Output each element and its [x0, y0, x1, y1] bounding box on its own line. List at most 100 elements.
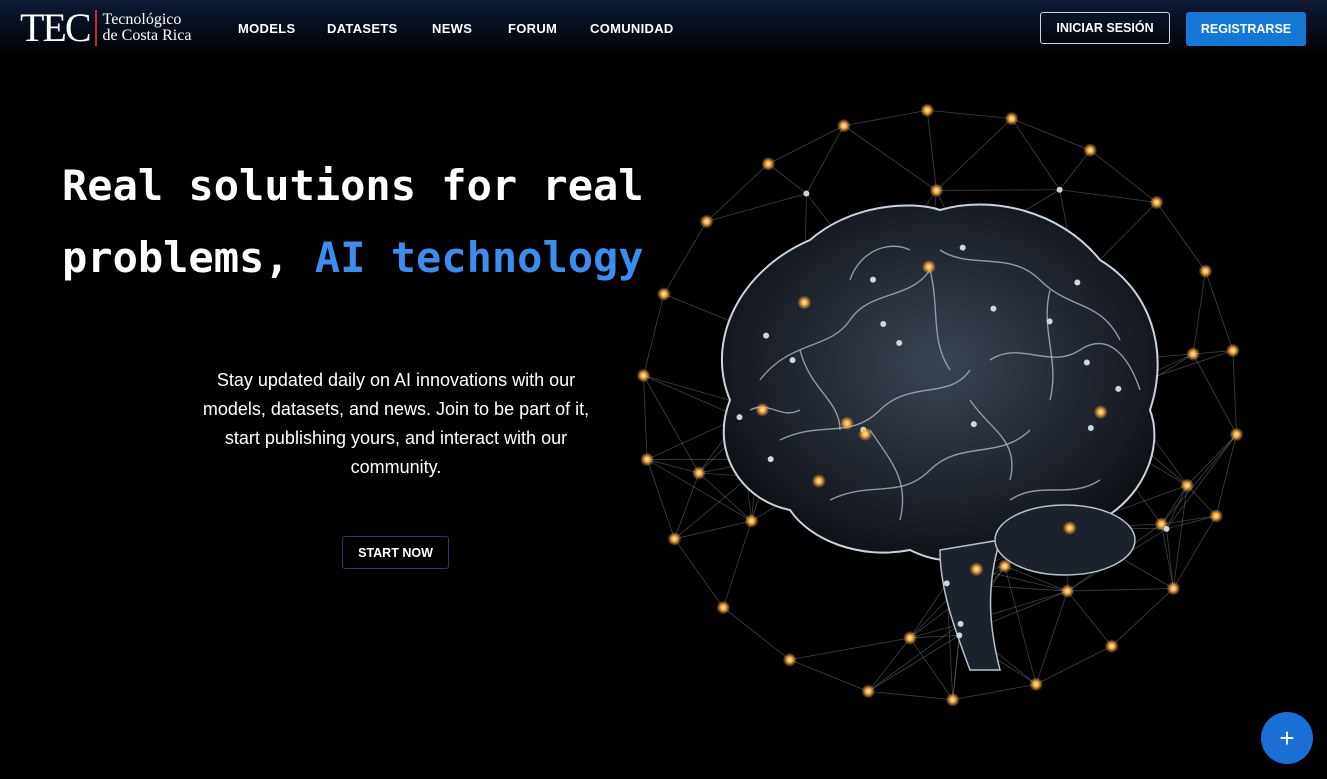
network-node [869, 276, 876, 283]
network-node [1074, 279, 1081, 286]
network-node [959, 244, 966, 251]
network-link [722, 520, 752, 608]
network-node [903, 630, 918, 645]
network-link [674, 520, 752, 540]
network-link [723, 607, 791, 661]
start-now-button[interactable]: START NOW [342, 536, 449, 569]
network-link [1067, 590, 1113, 647]
network-link [1111, 588, 1174, 647]
nav-forum[interactable]: FORUM [508, 21, 557, 36]
network-link [1059, 189, 1157, 203]
network-node [1083, 359, 1090, 366]
network-link [926, 110, 937, 191]
network-link [952, 635, 960, 700]
network-node [744, 513, 759, 528]
network-node [656, 287, 671, 302]
network-link [768, 125, 845, 165]
nav-datasets[interactable]: DATASETS [327, 21, 398, 36]
network-node [945, 692, 960, 707]
network-node [1004, 111, 1019, 126]
network-node [990, 305, 997, 312]
network-node [1087, 425, 1094, 432]
register-button[interactable]: REGISTRARSE [1186, 12, 1306, 46]
network-node [1046, 318, 1053, 325]
network-node [1209, 508, 1224, 523]
network-node [1229, 427, 1244, 442]
network-link [843, 109, 928, 127]
network-link [1186, 434, 1237, 486]
network-link [1089, 149, 1157, 203]
network-link [789, 659, 869, 692]
nav-news[interactable]: NEWS [432, 21, 472, 36]
network-node [956, 632, 963, 639]
network-link [1011, 118, 1091, 151]
logo-line-1: Tecnológico [102, 11, 182, 28]
network-node [880, 320, 887, 327]
network-node [1180, 478, 1195, 493]
network-node [1083, 143, 1098, 158]
network-node [1093, 405, 1108, 420]
headline-line-1: Real solutions for real [62, 161, 644, 210]
network-node [691, 465, 706, 480]
network-link [1035, 590, 1068, 685]
nav-models[interactable]: MODELS [238, 21, 295, 36]
network-node [755, 402, 770, 417]
network-link [643, 293, 665, 376]
network-node [699, 214, 714, 229]
hero-headline: Real solutions for real problems, AI tec… [62, 150, 644, 294]
network-link [1173, 515, 1217, 589]
network-link [868, 690, 953, 701]
headline-line-2: problems, [62, 233, 315, 282]
network-link [1166, 434, 1237, 530]
network-node [943, 580, 950, 587]
tec-logo[interactable]: TEC Tecnológico de Costa Rica [20, 8, 191, 48]
logo-mark: TEC [20, 5, 92, 50]
network-link [952, 683, 1037, 701]
network-node [1104, 639, 1119, 654]
network-node [640, 452, 655, 467]
logo-text: Tecnológico de Costa Rica [103, 12, 192, 44]
headline-accent: AI technology [314, 233, 644, 282]
network-link [789, 637, 911, 661]
network-node [1060, 584, 1075, 599]
network-node [1149, 195, 1164, 210]
network-node [797, 295, 812, 310]
network-node [782, 652, 797, 667]
network-node [957, 620, 964, 627]
fab-add-button[interactable]: + [1261, 712, 1313, 764]
network-link [663, 221, 707, 295]
network-link [674, 538, 724, 608]
network-node [997, 559, 1012, 574]
network-node [789, 357, 796, 364]
login-button[interactable]: INICIAR SESIÓN [1040, 12, 1170, 44]
logo-line-2: de Costa Rica [102, 27, 192, 44]
network-link [1172, 485, 1188, 589]
network-link [1192, 353, 1237, 435]
network-link [1232, 350, 1237, 435]
network-node [861, 684, 876, 699]
network-node [921, 259, 936, 274]
network-link [1192, 271, 1206, 355]
network-link [647, 459, 700, 474]
network-link [936, 118, 1012, 191]
logo-divider [94, 10, 97, 46]
network-node [1186, 347, 1201, 362]
nav-comunidad[interactable]: COMUNIDAD [590, 21, 674, 36]
network-node [969, 562, 984, 577]
network-link [1011, 118, 1060, 190]
network-node [1029, 677, 1044, 692]
network-node [858, 426, 873, 441]
network-link [909, 583, 948, 639]
network-link [806, 125, 845, 194]
network-link [868, 637, 911, 692]
network-node [736, 414, 743, 421]
network-node [667, 531, 682, 546]
network-node [1166, 581, 1181, 596]
network-node [970, 421, 977, 428]
network-node [1062, 520, 1077, 535]
network-link [1004, 566, 1037, 685]
network-link [1205, 270, 1234, 351]
network-link [646, 459, 675, 540]
network-link [1035, 645, 1112, 685]
network-node [1115, 385, 1122, 392]
